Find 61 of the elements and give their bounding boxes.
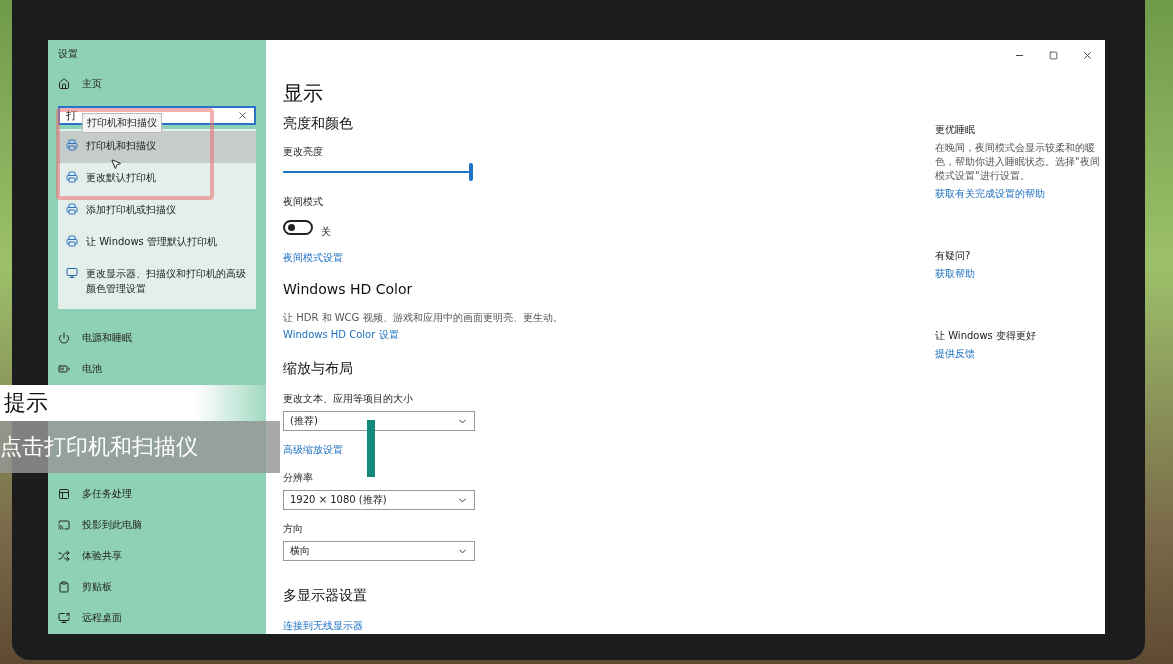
monitor-icon [66,267,78,280]
field-label: 分辨率 [283,471,313,485]
description: 让 HDR 和 WCG 视频、游戏和应用中的画面更明亮、更生动。 [283,311,563,325]
nav-icon [58,487,70,500]
search-value: 打 [66,108,77,124]
suggestion-item[interactable]: 打印机和扫描仪 [58,131,256,164]
suggestion-item[interactable]: 让 Windows 管理默认打印机 [58,227,256,260]
section-heading: Windows HD Color [283,281,413,297]
window-title: 设置 [57,47,79,61]
help-link[interactable]: 获取帮助 [935,267,1105,281]
section-heading: 亮度和颜色 [283,115,353,133]
printer-icon [66,203,78,216]
aside-text: 在晚间，夜间模式会显示较柔和的暖色，帮助你进入睡眠状态。选择"夜间模式设置"进行设置。 [935,141,1101,183]
field-label: 更改文本、应用等项目的大小 [283,392,413,406]
nav-icon [58,581,70,594]
help-link[interactable]: 提供反馈 [935,347,1105,361]
settings-link[interactable]: 连接到无线显示器 [283,619,363,633]
settings-link[interactable]: Windows HD Color 设置 [283,328,399,342]
resolution-dropdown[interactable]: 1920 × 1080 (推荐) [283,490,475,510]
printer-icon [66,235,78,248]
toggle-state: 关 [321,225,331,239]
settings-link[interactable]: 夜间模式设置 [283,251,343,265]
caption-text: 点击打印机和扫描仪 [0,433,198,461]
close-icon[interactable] [1082,49,1093,61]
night-mode-toggle[interactable] [283,219,313,235]
field-label: 方向 [283,522,303,536]
nav-item[interactable]: 多任务处理 [48,478,256,510]
settings-link[interactable]: 高级缩放设置 [283,443,343,457]
nav-icon [58,612,70,625]
clear-icon[interactable] [237,110,248,122]
section-heading: 多显示器设置 [283,587,367,605]
nav-item[interactable]: 电源和睡眠 [48,322,256,354]
slider-label: 更改亮度 [283,145,323,159]
tooltip: 打印机和扫描仪 [82,112,162,133]
section-heading: 缩放与布局 [283,360,353,378]
toggle-label: 夜间模式 [283,195,323,209]
scale-dropdown[interactable]: (推荐) [283,411,475,431]
nav-item[interactable]: 主页 [48,68,256,100]
nav-icon [58,518,70,531]
nav-item[interactable]: 投影到此电脑 [48,509,256,541]
aside-heading: 让 Windows 变得更好 [935,329,1037,343]
nav-item[interactable]: 电池 [48,353,256,385]
page-heading: 显示 [283,80,323,107]
home-icon [58,78,70,91]
printer-icon [66,171,78,184]
nav-item[interactable]: 远程桌面 [48,602,256,635]
slider-thumb[interactable] [469,163,473,181]
aside-heading: 有疑问? [935,249,972,263]
suggestion-item[interactable]: 更改显示器、扫描仪和打印机的高级颜色管理设置 [58,259,256,304]
orientation-dropdown[interactable]: 横向 [283,541,475,561]
nav-icon [58,363,70,375]
accent-bar [367,420,375,477]
aside-heading: 更优睡眠 [935,123,976,137]
nav-icon [58,331,70,344]
maximize-icon[interactable] [1049,50,1058,60]
nav-item[interactable]: 剪贴板 [48,571,256,603]
nav-icon [58,550,70,563]
suggestion-item[interactable]: 添加打印机或扫描仪 [58,195,256,228]
nav-item[interactable]: 体验共享 [48,540,256,572]
printer-icon [66,139,78,152]
help-link[interactable]: 获取有关完成设置的帮助 [935,187,1105,201]
